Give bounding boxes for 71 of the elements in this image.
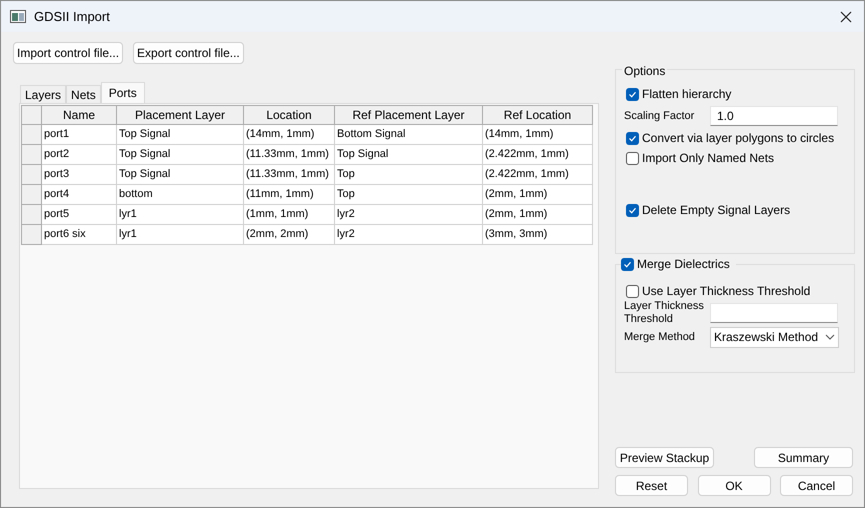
checkbox-label: Convert via layer polygons to circles bbox=[642, 130, 834, 147]
checkbox[interactable] bbox=[626, 132, 639, 144]
table-cell: Top bbox=[335, 185, 483, 205]
checkbox[interactable] bbox=[626, 284, 639, 298]
window-title: GDSII Import bbox=[34, 8, 111, 26]
table-cell: (3mm, 3mm) bbox=[483, 225, 593, 245]
close-icon[interactable] bbox=[840, 10, 852, 22]
checkbox-label: Import Only Named Nets bbox=[642, 150, 774, 167]
window-icon bbox=[10, 10, 26, 23]
checkbox[interactable] bbox=[626, 152, 639, 164]
file-button[interactable]: Export control file... bbox=[133, 42, 244, 64]
checkbox-label: Flatten hierarchy bbox=[642, 86, 732, 103]
table-cell: (2mm, 1mm) bbox=[483, 205, 593, 225]
table-cell: port5 bbox=[42, 205, 117, 225]
check-icon bbox=[628, 90, 637, 98]
table-cell: lyr2 bbox=[335, 205, 483, 225]
input-field[interactable]: 1.0 bbox=[710, 106, 838, 126]
table-cell: (2mm, 1mm) bbox=[483, 185, 593, 205]
check-icon bbox=[628, 206, 637, 214]
column-header[interactable]: Ref Placement Layer bbox=[335, 105, 483, 125]
checkbox[interactable] bbox=[621, 258, 634, 270]
table-cell: (11.33mm, 1mm) bbox=[244, 165, 335, 185]
table-cell: lyr1 bbox=[117, 225, 244, 245]
table-cell: (1mm, 1mm) bbox=[244, 205, 335, 225]
table-cell: port2 bbox=[42, 145, 117, 165]
table-cell: (2.422mm, 1mm) bbox=[483, 145, 593, 165]
check-icon bbox=[628, 134, 637, 142]
table-cell: Top Signal bbox=[117, 145, 244, 165]
checkbox[interactable] bbox=[626, 204, 639, 216]
field-label: Scaling Factor bbox=[624, 110, 696, 122]
table-cell: (14mm, 1mm) bbox=[483, 125, 593, 145]
table-cell: (14mm, 1mm) bbox=[244, 125, 335, 145]
tab[interactable]: Nets bbox=[66, 85, 101, 103]
checkbox-label: Delete Empty Signal Layers bbox=[642, 202, 790, 219]
table-cell: Top Signal bbox=[117, 165, 244, 185]
button[interactable]: Preview Stackup bbox=[615, 447, 714, 468]
table-cell: port1 bbox=[42, 125, 117, 145]
input-field[interactable] bbox=[710, 303, 838, 323]
checkbox-label: Use Layer Thickness Threshold bbox=[642, 283, 810, 300]
field-label: Layer Thickness Threshold bbox=[624, 300, 705, 326]
table-cell: Top bbox=[335, 165, 483, 185]
table-cell: Top Signal bbox=[335, 145, 483, 165]
button[interactable]: Summary bbox=[754, 447, 853, 468]
button[interactable]: Reset bbox=[615, 475, 688, 496]
column-header[interactable]: Name bbox=[42, 105, 117, 125]
table-cell: (2mm, 2mm) bbox=[244, 225, 335, 245]
check-icon bbox=[623, 260, 632, 268]
button[interactable]: OK bbox=[698, 475, 770, 496]
tab[interactable]: Ports bbox=[100, 82, 145, 103]
tab[interactable]: Layers bbox=[20, 85, 66, 103]
field-label: Merge Method bbox=[624, 330, 696, 345]
table-cell: Top Signal bbox=[117, 125, 244, 145]
table-cell: lyr2 bbox=[335, 225, 483, 245]
table-cell: port3 bbox=[42, 165, 117, 185]
table-cell: Bottom Signal bbox=[335, 125, 483, 145]
column-header[interactable]: Ref Location bbox=[483, 105, 593, 125]
table-cell: (11.33mm, 1mm) bbox=[244, 145, 335, 165]
checkbox[interactable] bbox=[626, 88, 639, 100]
chevron-down-icon bbox=[825, 334, 835, 340]
column-header[interactable]: Placement Layer bbox=[117, 105, 244, 125]
column-header[interactable]: Location bbox=[244, 105, 335, 125]
button[interactable]: Cancel bbox=[780, 475, 853, 496]
group-title: Merge Dielectrics bbox=[637, 256, 730, 273]
dropdown[interactable]: Kraszewski Method bbox=[710, 326, 839, 348]
file-button[interactable]: Import control file... bbox=[13, 42, 124, 64]
table-cell: (11mm, 1mm) bbox=[244, 185, 335, 205]
table-cell: port6 six bbox=[42, 225, 117, 245]
table-cell: lyr1 bbox=[117, 205, 244, 225]
table-cell: (2.422mm, 1mm) bbox=[483, 165, 593, 185]
table-cell: bottom bbox=[117, 185, 244, 205]
table-cell: port4 bbox=[42, 185, 117, 205]
